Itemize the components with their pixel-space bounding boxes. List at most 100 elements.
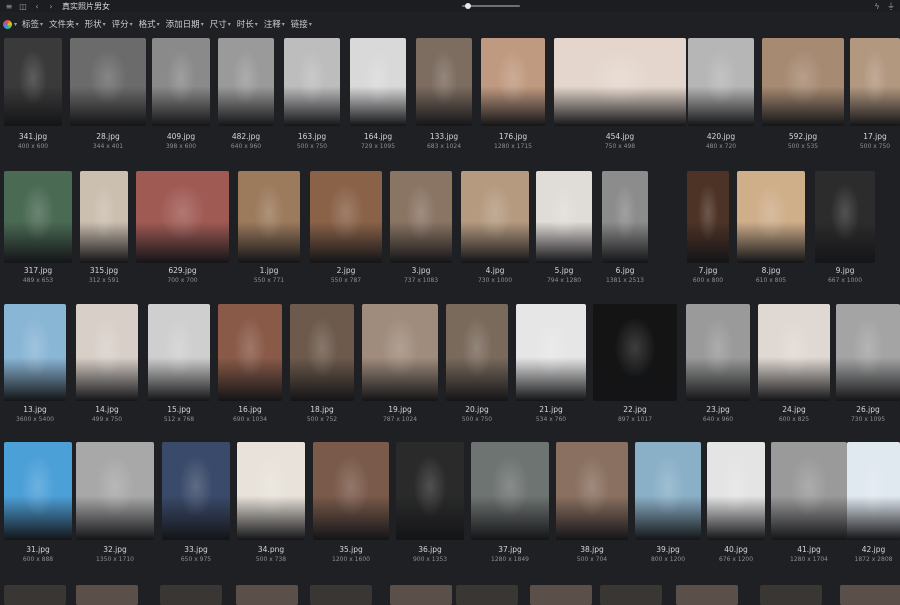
image-card[interactable]: 42.jpg 1872 x 2808 bbox=[847, 442, 900, 564]
image-thumbnail[interactable] bbox=[762, 38, 844, 126]
image-thumbnail[interactable] bbox=[390, 171, 452, 263]
image-card[interactable]: 13.jpg 3600 x 5400 bbox=[4, 304, 66, 424]
image-card[interactable]: 32.jpg 1350 x 1710 bbox=[76, 442, 154, 564]
image-card[interactable]: 36.jpg 900 x 1353 bbox=[396, 442, 464, 564]
image-thumbnail[interactable] bbox=[76, 304, 138, 401]
image-thumbnail[interactable] bbox=[76, 585, 138, 605]
image-card[interactable]: 19.jpg 787 x 1024 bbox=[362, 304, 438, 424]
menu-icon[interactable]: ≡ bbox=[4, 1, 14, 11]
image-thumbnail[interactable] bbox=[688, 38, 754, 126]
image-thumbnail[interactable] bbox=[416, 38, 472, 126]
image-thumbnail[interactable] bbox=[290, 304, 354, 401]
filter-annotation[interactable]: 注释 ▾ bbox=[264, 18, 285, 30]
image-thumbnail[interactable] bbox=[236, 585, 298, 605]
image-card[interactable]: 18.jpg 500 x 752 bbox=[290, 304, 354, 424]
image-card[interactable]: 164.jpg 729 x 1095 bbox=[350, 38, 406, 151]
image-thumbnail[interactable] bbox=[148, 304, 210, 401]
image-thumbnail[interactable] bbox=[160, 585, 222, 605]
image-thumbnail[interactable] bbox=[758, 304, 830, 401]
image-thumbnail[interactable] bbox=[481, 38, 545, 126]
image-card[interactable]: 34.png 500 x 738 bbox=[237, 442, 305, 564]
image-thumbnail[interactable] bbox=[76, 442, 154, 540]
image-thumbnail[interactable] bbox=[136, 171, 229, 263]
image-card[interactable]: 8.jpg 610 x 805 bbox=[737, 171, 805, 285]
image-card[interactable]: 16.jpg 690 x 1034 bbox=[218, 304, 282, 424]
image-card[interactable]: 409.jpg 398 x 600 bbox=[152, 38, 210, 151]
image-thumbnail[interactable] bbox=[4, 171, 72, 263]
image-thumbnail[interactable] bbox=[80, 171, 128, 263]
image-thumbnail[interactable] bbox=[815, 171, 875, 263]
image-thumbnail[interactable] bbox=[771, 442, 847, 540]
image-thumbnail[interactable] bbox=[4, 442, 72, 540]
image-card[interactable]: 14.jpg 499 x 750 bbox=[76, 304, 138, 424]
image-thumbnail[interactable] bbox=[635, 442, 701, 540]
image-card[interactable]: 28.jpg 344 x 401 bbox=[70, 38, 146, 151]
image-thumbnail[interactable] bbox=[284, 38, 340, 126]
image-card[interactable]: 26.jpg 730 x 1095 bbox=[836, 304, 900, 424]
image-thumbnail[interactable] bbox=[687, 171, 729, 263]
image-thumbnail[interactable] bbox=[396, 442, 464, 540]
image-card[interactable]: 17.jpg 500 x 750 bbox=[850, 38, 900, 151]
image-card[interactable]: 341.jpg 400 x 600 bbox=[4, 38, 62, 151]
image-thumbnail[interactable] bbox=[536, 171, 592, 263]
image-thumbnail[interactable] bbox=[600, 585, 662, 605]
image-thumbnail[interactable] bbox=[840, 585, 900, 605]
image-thumbnail[interactable] bbox=[530, 585, 592, 605]
image-card[interactable]: 317.jpg 489 x 653 bbox=[4, 171, 72, 285]
image-card[interactable]: 454.jpg 750 x 498 bbox=[554, 38, 686, 151]
image-thumbnail[interactable] bbox=[4, 304, 66, 401]
image-card[interactable]: 21.jpg 534 x 760 bbox=[516, 304, 586, 424]
filter-tags[interactable]: 标签 ▾ bbox=[22, 18, 43, 30]
image-card[interactable]: 40.jpg 676 x 1200 bbox=[707, 442, 765, 564]
image-card[interactable]: 9.jpg 667 x 1000 bbox=[815, 171, 875, 285]
image-thumbnail[interactable] bbox=[836, 304, 900, 401]
image-thumbnail[interactable] bbox=[760, 585, 822, 605]
image-thumbnail[interactable] bbox=[390, 585, 452, 605]
image-card[interactable]: 38.jpg 500 x 704 bbox=[556, 442, 628, 564]
filter-size[interactable]: 尺寸 ▾ bbox=[210, 18, 231, 30]
zoom-slider[interactable] bbox=[462, 3, 520, 9]
filter-icon[interactable]: ⏚ bbox=[886, 1, 896, 11]
image-thumbnail[interactable] bbox=[554, 38, 686, 126]
forward-icon[interactable]: › bbox=[46, 1, 56, 11]
image-thumbnail[interactable] bbox=[461, 171, 529, 263]
image-card[interactable]: 133.jpg 683 x 1024 bbox=[416, 38, 472, 151]
image-card[interactable]: 31.jpg 600 x 888 bbox=[4, 442, 72, 564]
image-card[interactable]: 23.jpg 640 x 960 bbox=[686, 304, 750, 424]
image-thumbnail[interactable] bbox=[676, 585, 738, 605]
filter-folder[interactable]: 文件夹 ▾ bbox=[49, 18, 79, 30]
image-thumbnail[interactable] bbox=[556, 442, 628, 540]
image-card[interactable]: 629.jpg 700 x 700 bbox=[136, 171, 229, 285]
image-card[interactable]: 15.jpg 512 x 768 bbox=[148, 304, 210, 424]
image-card[interactable]: 482.jpg 640 x 960 bbox=[218, 38, 274, 151]
image-card[interactable]: 20.jpg 500 x 750 bbox=[446, 304, 508, 424]
image-thumbnail[interactable] bbox=[4, 38, 62, 126]
image-thumbnail[interactable] bbox=[70, 38, 146, 126]
image-thumbnail[interactable] bbox=[602, 171, 648, 263]
filter-rating[interactable]: 评分 ▾ bbox=[112, 18, 133, 30]
image-card[interactable]: 176.jpg 1280 x 1715 bbox=[481, 38, 545, 151]
zoom-slider-knob[interactable] bbox=[465, 3, 471, 9]
image-card[interactable]: 24.jpg 600 x 825 bbox=[758, 304, 830, 424]
image-thumbnail[interactable] bbox=[4, 585, 66, 605]
image-card[interactable]: 37.jpg 1280 x 1849 bbox=[471, 442, 549, 564]
image-card[interactable]: 7.jpg 600 x 800 bbox=[687, 171, 729, 285]
image-card[interactable]: 1.jpg 550 x 771 bbox=[238, 171, 300, 285]
filter-format[interactable]: 格式 ▾ bbox=[139, 18, 160, 30]
image-card[interactable]: 420.jpg 480 x 720 bbox=[688, 38, 754, 151]
image-thumbnail[interactable] bbox=[238, 171, 300, 263]
image-thumbnail[interactable] bbox=[310, 585, 372, 605]
image-thumbnail[interactable] bbox=[707, 442, 765, 540]
image-thumbnail[interactable] bbox=[310, 171, 382, 263]
image-thumbnail[interactable] bbox=[471, 442, 549, 540]
image-card[interactable]: 315.jpg 312 x 591 bbox=[80, 171, 128, 285]
image-thumbnail[interactable] bbox=[350, 38, 406, 126]
image-thumbnail[interactable] bbox=[850, 38, 900, 126]
image-thumbnail[interactable] bbox=[218, 38, 274, 126]
filter-duration[interactable]: 时长 ▾ bbox=[237, 18, 258, 30]
filter-shape[interactable]: 形状 ▾ bbox=[85, 18, 106, 30]
image-card[interactable]: 4.jpg 730 x 1000 bbox=[461, 171, 529, 285]
image-card[interactable]: 22.jpg 897 x 1017 bbox=[593, 304, 677, 424]
color-filter-icon[interactable] bbox=[3, 19, 12, 29]
image-thumbnail[interactable] bbox=[593, 304, 677, 401]
